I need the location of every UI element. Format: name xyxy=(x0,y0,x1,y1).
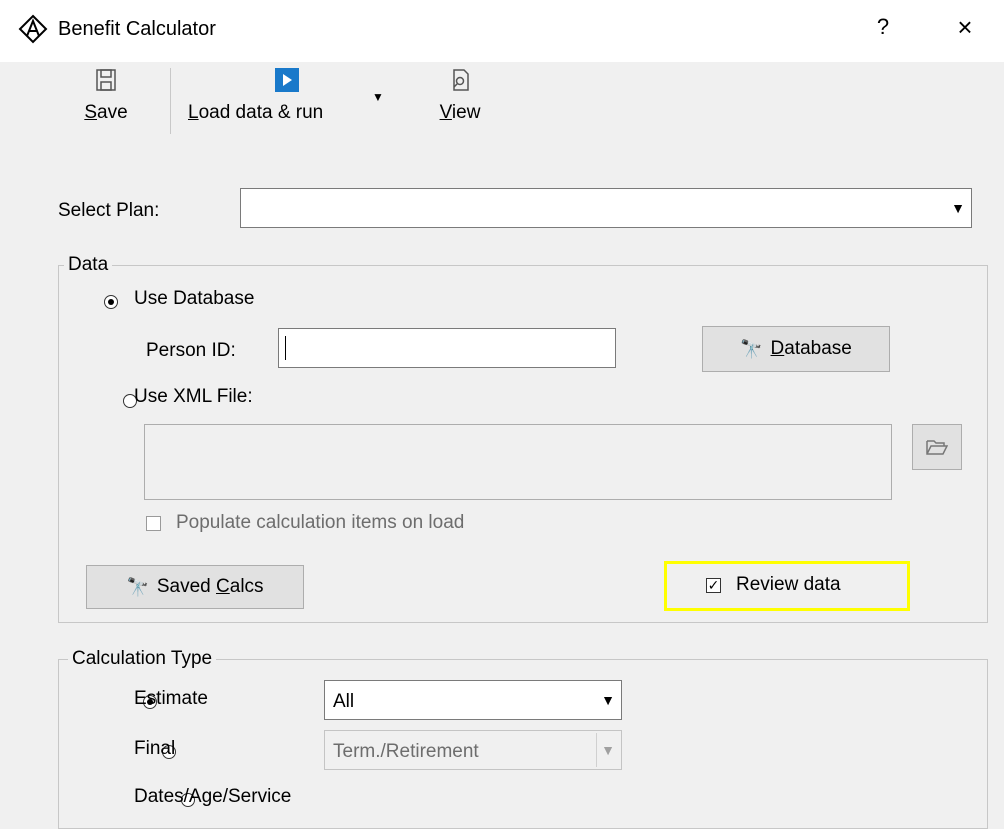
binoculars-icon: 🔭 xyxy=(126,576,149,597)
estimate-label: Estimate xyxy=(134,688,208,709)
app-logo-icon xyxy=(18,14,48,44)
view-button[interactable]: View xyxy=(430,68,490,124)
chevron-down-icon[interactable]: ▼ xyxy=(596,733,619,767)
select-plan-combo[interactable]: ▼ xyxy=(240,188,972,228)
use-database-label: Use Database xyxy=(134,288,255,309)
view-icon xyxy=(453,69,469,91)
close-button[interactable]: × xyxy=(948,12,982,43)
database-button[interactable]: 🔭 Database xyxy=(702,326,890,372)
saved-calcs-label: Saved Calcs xyxy=(156,576,264,597)
help-button[interactable]: ? xyxy=(868,14,898,40)
dates-age-service-label: Dates/Age/Service xyxy=(134,786,292,807)
calculation-type-legend: Calculation Type xyxy=(68,648,217,670)
select-plan-label: Select Plan: xyxy=(58,200,160,221)
xml-file-path-field[interactable] xyxy=(144,424,892,500)
data-group-legend: Data xyxy=(64,254,113,276)
estimate-type-value: All xyxy=(333,691,355,712)
final-type-combo[interactable]: Term./Retirement ▼ xyxy=(324,730,622,770)
title-bar: Benefit Calculator ? × xyxy=(0,0,1004,62)
view-label: View xyxy=(439,102,481,123)
binoculars-icon: 🔭 xyxy=(740,338,763,359)
saved-calcs-button[interactable]: 🔭 Saved Calcs xyxy=(86,565,304,609)
final-type-value: Term./Retirement xyxy=(333,741,479,762)
save-icon xyxy=(96,69,116,91)
folder-open-icon xyxy=(926,440,948,455)
populate-items-checkbox[interactable] xyxy=(146,516,161,531)
review-data-label: Review data xyxy=(736,574,841,595)
person-id-label: Person ID: xyxy=(146,340,236,361)
load-data-run-button[interactable]: ▼ Load data & run xyxy=(182,68,402,124)
populate-items-label: Populate calculation items on load xyxy=(176,512,465,533)
window-title: Benefit Calculator xyxy=(58,18,216,40)
browse-folder-button[interactable] xyxy=(912,424,962,470)
review-data-checkbox[interactable]: ✓ xyxy=(706,578,721,593)
person-id-input[interactable] xyxy=(278,328,616,368)
save-label: Save xyxy=(84,102,128,123)
play-icon xyxy=(275,68,299,92)
load-data-run-label: Load data & run xyxy=(188,102,324,123)
save-button[interactable]: Save xyxy=(76,68,136,124)
use-database-radio[interactable] xyxy=(104,295,118,309)
estimate-type-combo[interactable]: All ▼ xyxy=(324,680,622,720)
use-xml-label: Use XML File: xyxy=(134,386,253,407)
chevron-down-icon[interactable]: ▼ xyxy=(947,191,969,225)
dropdown-arrow-icon[interactable]: ▼ xyxy=(372,90,384,104)
final-label: Final xyxy=(134,738,176,759)
database-button-label: Database xyxy=(770,338,852,359)
chevron-down-icon[interactable]: ▼ xyxy=(597,683,619,717)
toolbar-separator xyxy=(170,68,171,134)
text-cursor xyxy=(285,336,286,360)
